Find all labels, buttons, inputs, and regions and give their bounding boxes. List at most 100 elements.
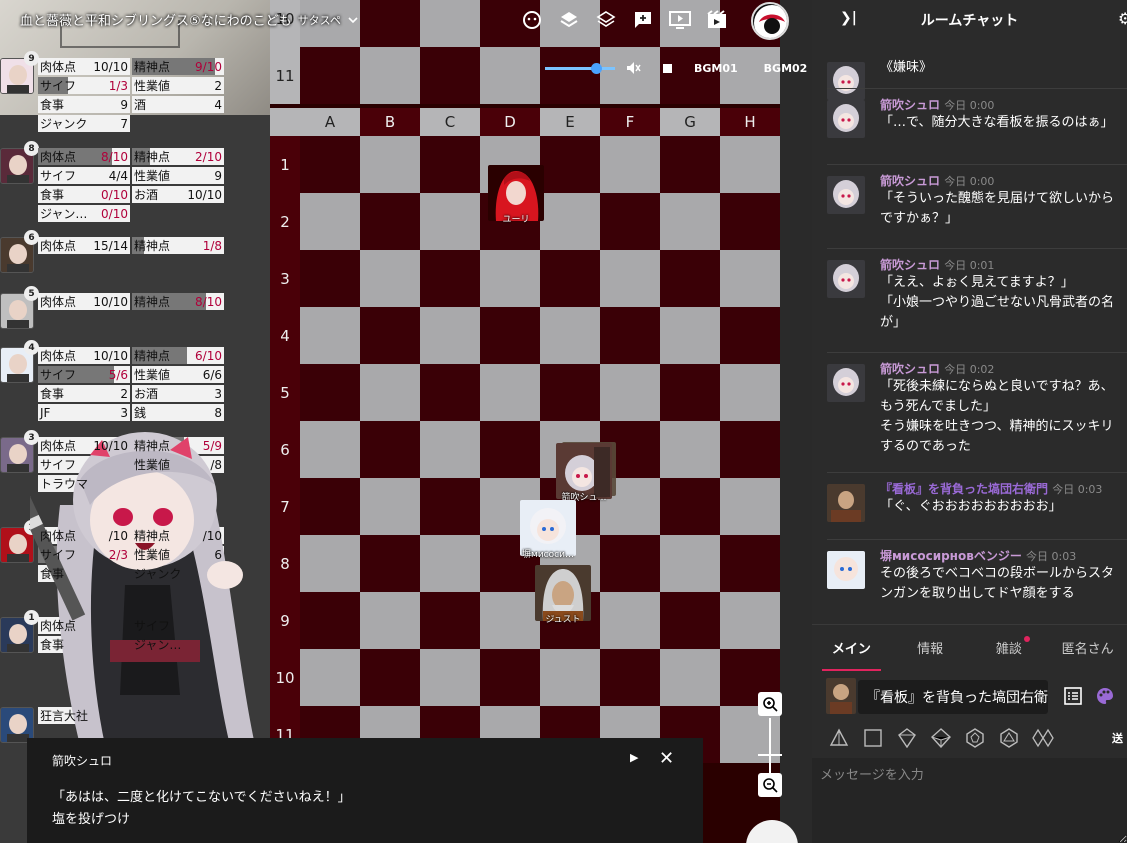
gear-icon[interactable]: ⚙ — [1118, 9, 1127, 28]
d6-icon[interactable] — [862, 727, 884, 749]
d8-icon[interactable] — [896, 727, 918, 749]
board-cell[interactable] — [420, 592, 480, 649]
zoom-out-button[interactable] — [758, 773, 782, 797]
board-cell[interactable] — [360, 193, 420, 250]
zoom-in-button[interactable] — [758, 692, 782, 716]
board-cell[interactable] — [600, 193, 660, 250]
layers-icon[interactable] — [557, 8, 581, 32]
d10-icon[interactable] — [930, 727, 952, 749]
palette-icon[interactable] — [1095, 686, 1115, 710]
board-cell[interactable] — [420, 535, 480, 592]
board-token[interactable]: ジュスト — [535, 565, 591, 625]
board-cell[interactable] — [300, 364, 360, 421]
board-cell[interactable] — [660, 421, 720, 478]
face-icon[interactable] — [520, 8, 544, 32]
chat-message[interactable]: 塀мисосирнoвベンジー 今日 0:03 その後ろでベコベコの段ボールからス… — [812, 547, 1127, 604]
board-cell[interactable] — [720, 592, 780, 649]
board-cell[interactable] — [720, 421, 780, 478]
close-icon[interactable]: ✕ — [659, 748, 674, 769]
board-cell[interactable] — [720, 535, 780, 592]
user-avatar[interactable] — [751, 2, 789, 40]
board-cell[interactable] — [600, 307, 660, 364]
board-token[interactable]: ユーリ — [488, 165, 544, 225]
board-cell[interactable] — [720, 250, 780, 307]
board-cell[interactable] — [360, 307, 420, 364]
bgm-channel-2[interactable]: BGM02 — [764, 62, 808, 75]
chat-message[interactable]: 箭吹シュロ 今日 0:02 「死後未練にならぬと良いですね？あ、 もう死んでました」… — [812, 360, 1127, 457]
board-cell[interactable] — [720, 364, 780, 421]
collapse-panel-icon[interactable]: ❯| — [840, 10, 857, 26]
board-cell[interactable] — [480, 47, 540, 104]
board-cell[interactable] — [300, 649, 360, 706]
mute-icon[interactable] — [625, 60, 641, 76]
board-cell[interactable] — [480, 250, 540, 307]
board-cell[interactable] — [420, 421, 480, 478]
board-cell[interactable] — [660, 592, 720, 649]
board-cell[interactable] — [360, 364, 420, 421]
d12-icon[interactable] — [964, 727, 986, 749]
chat-message[interactable]: 『看板』を背負った塙団右衛門 今日 0:03 「ぐ、ぐおおおおおおおおお」 — [812, 480, 1127, 522]
board-cell[interactable] — [660, 649, 720, 706]
board-cell[interactable] — [300, 478, 360, 535]
message-window[interactable]: 箭吹シュロ 「あはは、二度と化けてこないでくださいねえ！」 塩を投げつけ ▶ ✕ — [27, 738, 703, 843]
board-cell[interactable] — [360, 250, 420, 307]
sender-name-field[interactable]: 『看板』を背負った塙団右衛 — [858, 680, 1048, 714]
chat-message[interactable]: 箭吹シュロ 今日 0:00 「そういった醜態を見届けて欲しいから ですかぁ？」 — [812, 172, 1127, 229]
board-cell[interactable] — [360, 421, 420, 478]
board-cell[interactable] — [360, 535, 420, 592]
add-comment-icon[interactable] — [631, 8, 655, 32]
list-icon[interactable] — [1063, 686, 1083, 710]
board-cell[interactable] — [720, 307, 780, 364]
board-cell[interactable] — [300, 592, 360, 649]
board-cell[interactable] — [360, 0, 420, 47]
board-cell[interactable] — [420, 250, 480, 307]
board-cell[interactable] — [600, 364, 660, 421]
board-cell[interactable] — [720, 136, 780, 193]
board-cell[interactable] — [360, 136, 420, 193]
board-cell[interactable] — [360, 649, 420, 706]
board-cell[interactable] — [420, 307, 480, 364]
board-cell[interactable] — [540, 364, 600, 421]
board-cell[interactable] — [420, 47, 480, 104]
board-cell[interactable] — [420, 0, 480, 47]
board-cell[interactable] — [720, 193, 780, 250]
d100-icon[interactable] — [1032, 727, 1054, 749]
board-cell[interactable] — [720, 478, 780, 535]
board-cell[interactable] — [360, 47, 420, 104]
board-cell[interactable] — [300, 250, 360, 307]
tab-info[interactable]: 情報 — [891, 625, 970, 671]
board-cell[interactable] — [600, 649, 660, 706]
board-cell[interactable] — [480, 364, 540, 421]
chat-message[interactable]: 箭吹シュロ 今日 0:00 「…で、随分大きな看板を振るのはぁ」 — [812, 96, 1127, 138]
board-token[interactable]: 箭吹シュ… — [556, 443, 612, 503]
board-cell[interactable] — [660, 193, 720, 250]
tab-chatter[interactable]: 雑談 — [970, 625, 1049, 671]
board-cell[interactable] — [660, 364, 720, 421]
message-input[interactable] — [812, 758, 1127, 843]
board-cell[interactable] — [540, 250, 600, 307]
board-cell[interactable] — [540, 136, 600, 193]
board-cell[interactable] — [300, 307, 360, 364]
d20-icon[interactable] — [998, 727, 1020, 749]
tab-main[interactable]: メイン — [812, 625, 891, 671]
board-cell[interactable] — [600, 136, 660, 193]
board-cell[interactable] — [480, 649, 540, 706]
sender-avatar[interactable] — [826, 678, 856, 714]
stop-icon[interactable] — [663, 63, 672, 73]
chat-message[interactable]: 箭吹シュロ 今日 0:01 「ええ、よぉく見えてますよ？」 「小娘一つやり過ごせない… — [812, 256, 1127, 333]
next-message-icon[interactable]: ▶ — [630, 751, 638, 764]
board-token[interactable]: 塀мисоси… — [520, 500, 576, 560]
board-cell[interactable] — [360, 592, 420, 649]
zoom-thumb[interactable] — [758, 754, 782, 756]
board-cell[interactable] — [420, 193, 480, 250]
board-cell[interactable] — [300, 535, 360, 592]
board-cell[interactable] — [660, 250, 720, 307]
board-cell[interactable] — [420, 649, 480, 706]
board-cell[interactable] — [480, 307, 540, 364]
send-button[interactable]: 送 — [1112, 730, 1123, 746]
chat-message[interactable]: 《嫌味》 — [812, 58, 1127, 100]
board-cell[interactable] — [360, 478, 420, 535]
volume-slider[interactable] — [545, 62, 615, 74]
room-title[interactable]: 血と薔薇と平和シブリングス⑤なにわのこども サタスペ — [20, 10, 359, 29]
board-cell[interactable] — [600, 250, 660, 307]
